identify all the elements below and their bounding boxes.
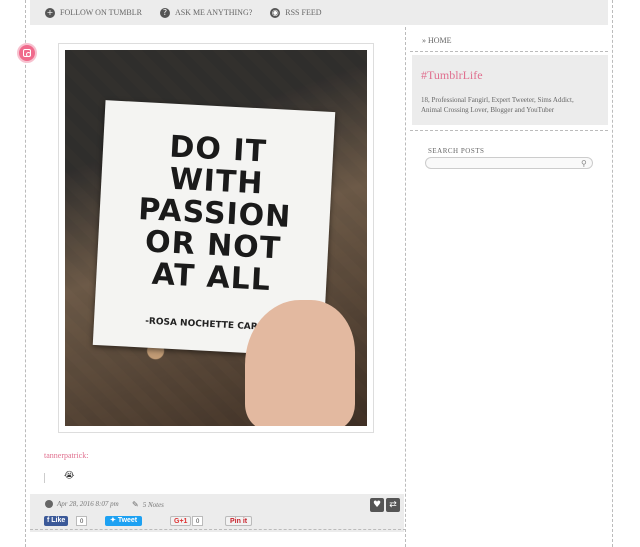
tweet-button[interactable]: ✦ Tweet <box>105 516 143 526</box>
blog-info-box: #TumblrLife 18, Professional Fangirl, Ex… <box>412 55 608 125</box>
post-notes[interactable]: ✎ 5 Notes <box>132 500 164 509</box>
clock-icon <box>45 500 53 508</box>
ask-me-link[interactable]: ? ASK ME ANYTHING? <box>159 7 253 18</box>
notes-text: 5 Notes <box>142 500 164 509</box>
google-plus-count: 0 <box>192 516 204 526</box>
pencil-icon: ✎ <box>132 500 139 509</box>
blog-title[interactable]: #TumblrLife <box>421 68 483 83</box>
search-icon[interactable]: ⚲ <box>581 159 587 168</box>
google-plus-button[interactable]: G+1 <box>170 516 192 526</box>
twitter-icon: ✦ <box>110 517 118 524</box>
search-heading: SEARCH POSTS <box>428 147 485 155</box>
hand-image <box>245 300 355 426</box>
post-divider <box>30 529 406 530</box>
home-link[interactable]: » HOME <box>422 36 452 45</box>
post-date[interactable]: Apr 28, 2016 8:07 pm <box>45 500 119 508</box>
like-button[interactable]: ♥ <box>370 498 384 512</box>
plus-icon: + <box>45 7 55 18</box>
reblog-icon: ⇄ <box>389 500 397 510</box>
facebook-like-label: Like <box>51 517 66 524</box>
sidebar-divider <box>410 130 608 131</box>
quote-bar <box>44 473 45 483</box>
source-link[interactable]: tannerpatrick: <box>44 451 88 460</box>
rss-icon: ◉ <box>270 7 281 18</box>
facebook-like-button[interactable]: f Like <box>44 516 69 526</box>
pinterest-button[interactable]: Pin it <box>225 516 253 526</box>
follow-on-tumblr-link[interactable]: + FOLLOW ON TUMBLR <box>45 7 142 18</box>
sidebar: » HOME #TumblrLife 18, Professional Fang… <box>410 27 608 547</box>
reblog-button[interactable]: ⇄ <box>386 498 400 512</box>
quote-text: DO IT WITH PASSION OR NOT AT ALL <box>96 128 334 300</box>
post-meta-bar: Apr 28, 2016 8:07 pm ✎ 5 Notes ♥ ⇄ <box>30 494 404 516</box>
top-navigation: + FOLLOW ON TUMBLR ? ASK ME ANYTHING? ◉ … <box>30 0 608 25</box>
facebook-count: 0 <box>76 516 88 526</box>
question-icon: ? <box>159 7 170 18</box>
sidebar-divider <box>410 51 608 52</box>
rss-label: RSS FEED <box>285 8 322 17</box>
blog-description: 18, Professional Fangirl, Expert Tweeter… <box>421 96 574 114</box>
post-column: DO IT WITH PASSION OR NOT AT ALL -ROSA N… <box>30 27 406 547</box>
caption-emoji: 😭 <box>64 471 75 481</box>
heart-icon: ♥ <box>372 500 382 510</box>
post-photo[interactable]: DO IT WITH PASSION OR NOT AT ALL -ROSA N… <box>65 50 367 426</box>
tweet-label: Tweet <box>117 517 138 524</box>
photo-post: DO IT WITH PASSION OR NOT AT ALL -ROSA N… <box>58 43 374 433</box>
rss-feed-link[interactable]: ◉ RSS FEED <box>270 7 322 18</box>
ask-label: ASK ME ANYTHING? <box>174 8 253 17</box>
search-input[interactable] <box>425 157 593 169</box>
home-label: HOME <box>428 36 452 45</box>
follow-label: FOLLOW ON TUMBLR <box>60 8 142 17</box>
date-text: Apr 28, 2016 8:07 pm <box>57 500 119 508</box>
